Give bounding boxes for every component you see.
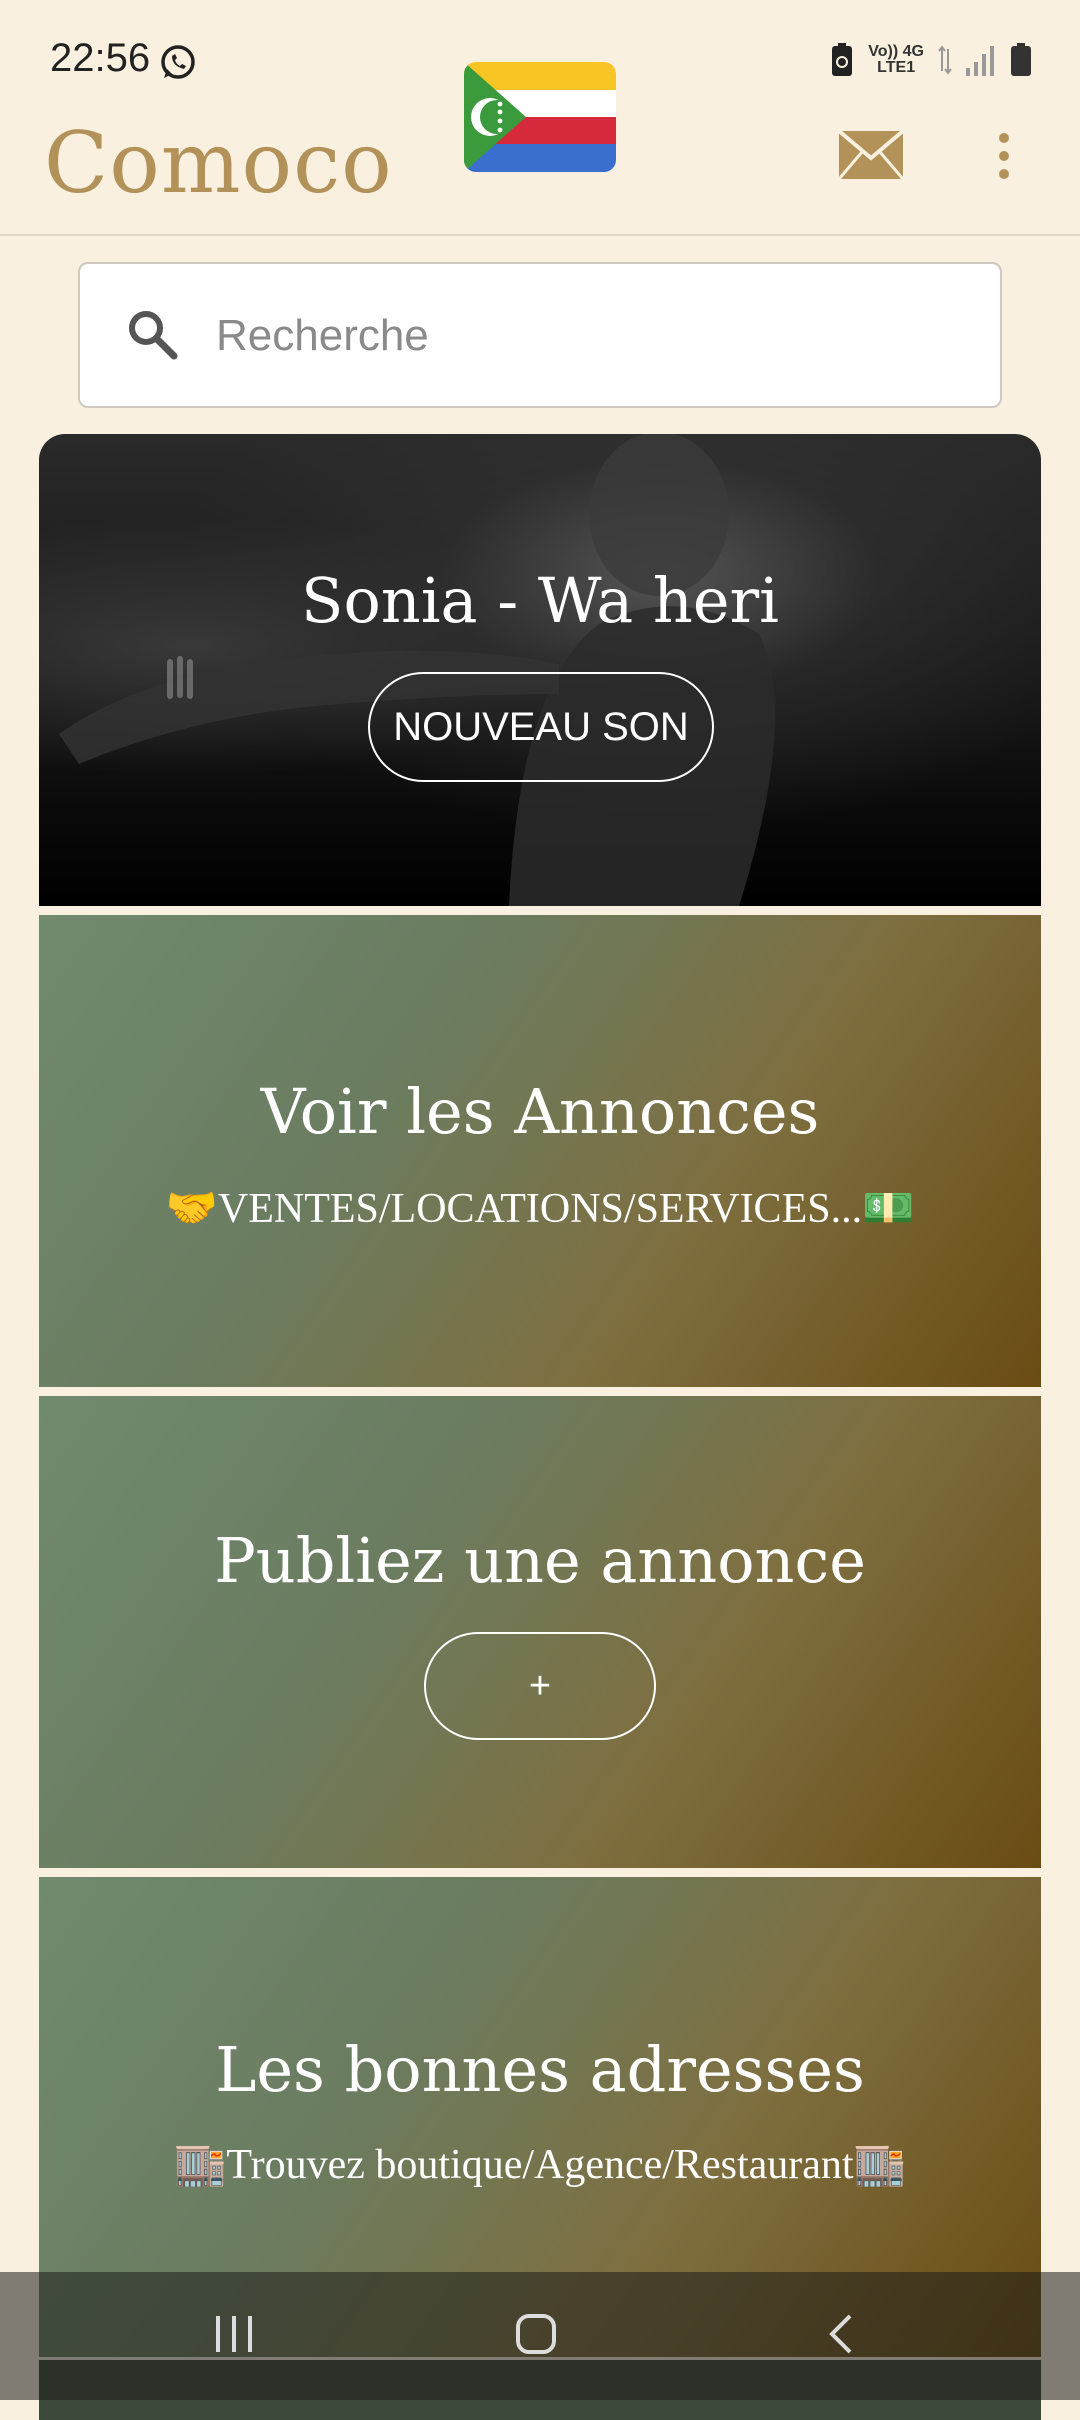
featured-song-card[interactable]: Sonia - Wa heri NOUVEAU SON	[39, 434, 1041, 906]
battery-saver-icon	[832, 43, 853, 76]
search-input[interactable]	[214, 300, 958, 372]
network-label: Vo)) 4G LTE1	[868, 43, 924, 76]
whatsapp-icon	[161, 45, 195, 79]
building-icon: 🏬	[853, 2139, 906, 2188]
handshake-icon: 🤝	[165, 1183, 218, 1232]
mail-icon[interactable]	[838, 130, 904, 180]
singer-photo	[59, 434, 775, 906]
good-addresses-title: Les bonnes adresses	[215, 2033, 865, 2106]
battery-icon	[1011, 43, 1031, 76]
song-title: Sonia - Wa heri	[301, 564, 779, 637]
publish-ad-title: Publiez une annonce	[214, 1524, 866, 1597]
good-addresses-subtitle-text: Trouvez boutique/Agence/Restaurant	[226, 2142, 854, 2188]
view-ads-title: Voir les Annonces	[260, 1075, 820, 1148]
home-icon[interactable]	[514, 2312, 558, 2356]
status-time: 22:56	[50, 36, 151, 80]
system-icons: Vo)) 4G LTE1	[830, 40, 1032, 80]
signal-icon	[966, 46, 994, 76]
publish-ad-card[interactable]: Publiez une annonce +	[39, 1396, 1041, 1868]
add-ad-button[interactable]: +	[424, 1632, 656, 1740]
back-icon[interactable]	[820, 2312, 864, 2356]
app-title: Comoco	[44, 114, 393, 212]
data-arrows-icon	[938, 45, 952, 75]
money-icon: 💵	[862, 1183, 915, 1232]
view-ads-card[interactable]: Voir les Annonces 🤝VENTES/LOCATIONS/SERV…	[39, 915, 1041, 1387]
more-options-icon[interactable]	[992, 132, 1016, 180]
recent-apps-icon[interactable]	[212, 2312, 256, 2356]
view-ads-subtitle-text: VENTES/LOCATIONS/SERVICES...	[217, 1186, 863, 1232]
building-icon: 🏬	[174, 2139, 227, 2188]
search-box[interactable]	[78, 262, 1002, 408]
app-header: Comoco	[0, 62, 1080, 236]
search-icon	[129, 311, 178, 360]
good-addresses-subtitle: 🏬Trouvez boutique/Agence/Restaurant🏬	[39, 2139, 1041, 2189]
system-navigation-bar	[0, 2272, 1080, 2400]
new-song-button[interactable]: NOUVEAU SON	[368, 672, 714, 782]
comoros-flag-icon	[464, 62, 616, 172]
view-ads-subtitle: 🤝VENTES/LOCATIONS/SERVICES...💵	[39, 1183, 1041, 1233]
